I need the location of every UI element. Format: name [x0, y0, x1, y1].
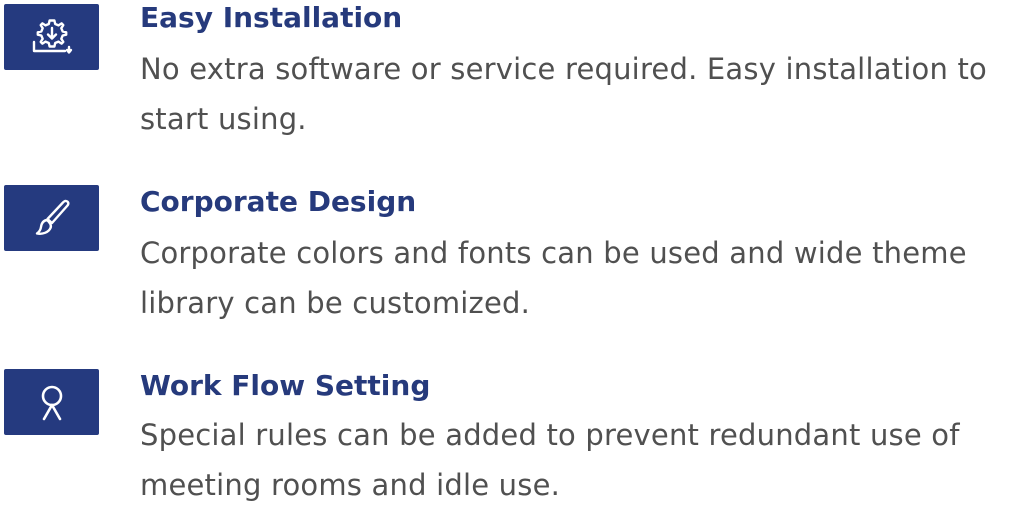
- feature-list: Easy Installation No extra software or s…: [0, 0, 1034, 502]
- feature-description: Corporate colors and fonts can be used a…: [140, 236, 967, 320]
- feature-title: Work Flow Setting: [140, 369, 431, 402]
- installation-gear-icon: [4, 4, 99, 70]
- feature-title: Easy Installation: [140, 1, 403, 34]
- feature-title: Corporate Design: [140, 185, 417, 218]
- feature-description: Special rules can be added to prevent re…: [140, 418, 960, 502]
- workflow-location-icon: [4, 369, 99, 435]
- feature-description: No extra software or service required. E…: [140, 52, 987, 136]
- paintbrush-icon: [4, 185, 99, 251]
